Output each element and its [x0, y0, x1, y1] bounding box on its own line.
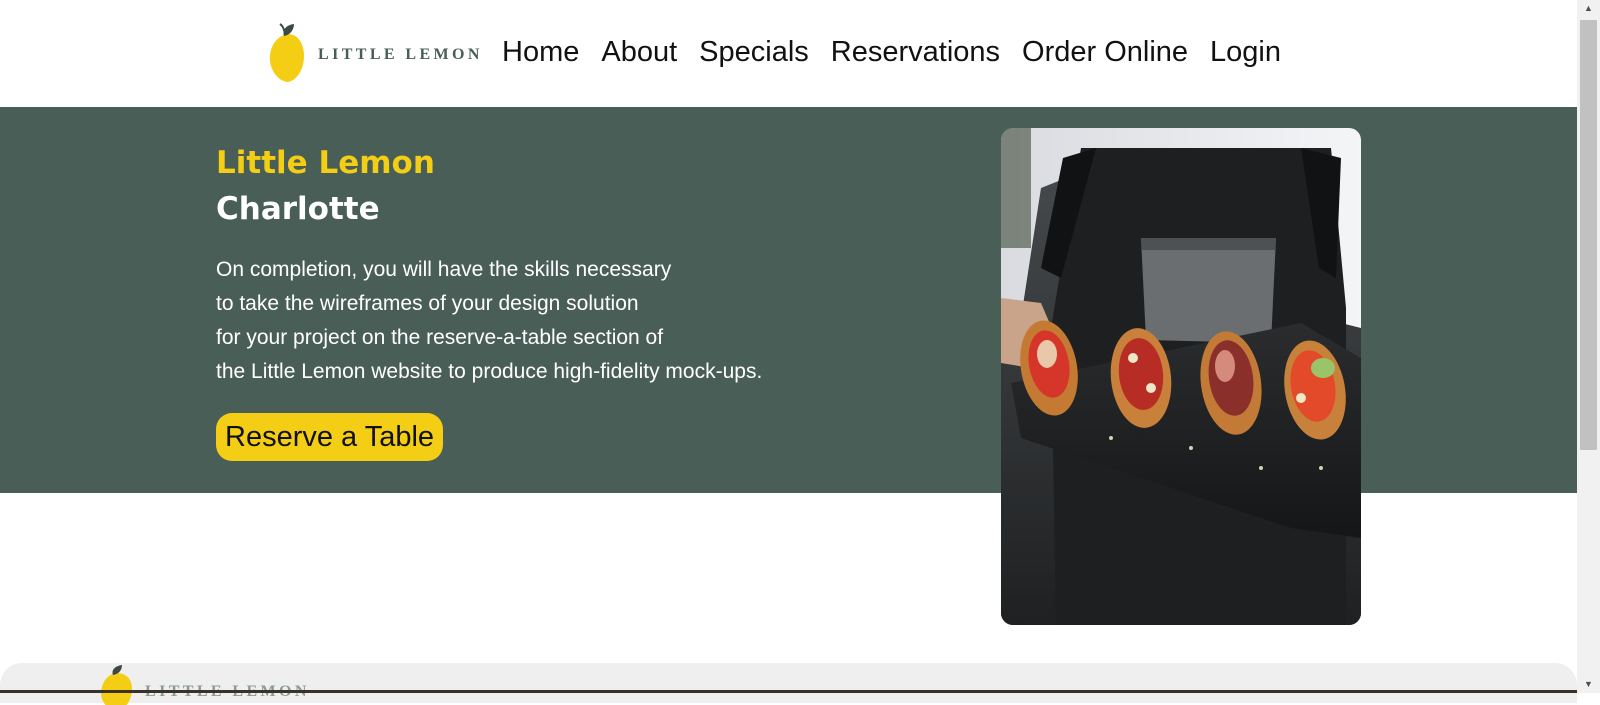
hero-food-image — [1001, 128, 1361, 625]
footer-preview: LITTLE LEMON — [0, 663, 1577, 705]
hero-description-line: to take the wireframes of your design so… — [216, 292, 639, 315]
nav-login[interactable]: Login — [1210, 30, 1281, 74]
hero-description-line: On completion, you will have the skills … — [216, 258, 672, 281]
site-header: LITTLE LEMON Home About Specials Reserva… — [0, 0, 1577, 107]
hero-food-photo — [1001, 128, 1361, 625]
nav-order-online[interactable]: Order Online — [1022, 30, 1188, 74]
nav-about[interactable]: About — [601, 30, 677, 74]
page-scrollbar[interactable]: ▲ ▼ — [1577, 0, 1600, 693]
nav-specials[interactable]: Specials — [699, 30, 809, 74]
logo[interactable]: LITTLE LEMON — [268, 22, 483, 84]
scroll-up-arrow-icon[interactable]: ▲ — [1577, 0, 1600, 17]
reserve-table-button[interactable]: Reserve a Table — [216, 413, 444, 461]
hero-title: Little Lemon — [216, 145, 435, 181]
scroll-down-arrow-icon[interactable]: ▼ — [1577, 676, 1600, 693]
lemon-icon — [101, 665, 132, 705]
nav-reservations[interactable]: Reservations — [831, 30, 1000, 74]
hero-subtitle: Charlotte — [216, 191, 380, 227]
main-nav: Home About Specials Reservations Order O… — [502, 30, 1303, 74]
scrollbar-thumb[interactable] — [1580, 20, 1597, 450]
lemon-icon — [269, 23, 304, 82]
hero-description-line: for your project on the reserve-a-table … — [216, 326, 664, 349]
nav-home[interactable]: Home — [502, 30, 579, 74]
hero-description: On completion, you will have the skills … — [216, 253, 856, 389]
hero-description-line: the Little Lemon website to produce high… — [216, 360, 763, 383]
logo-text: LITTLE LEMON — [318, 46, 483, 63]
